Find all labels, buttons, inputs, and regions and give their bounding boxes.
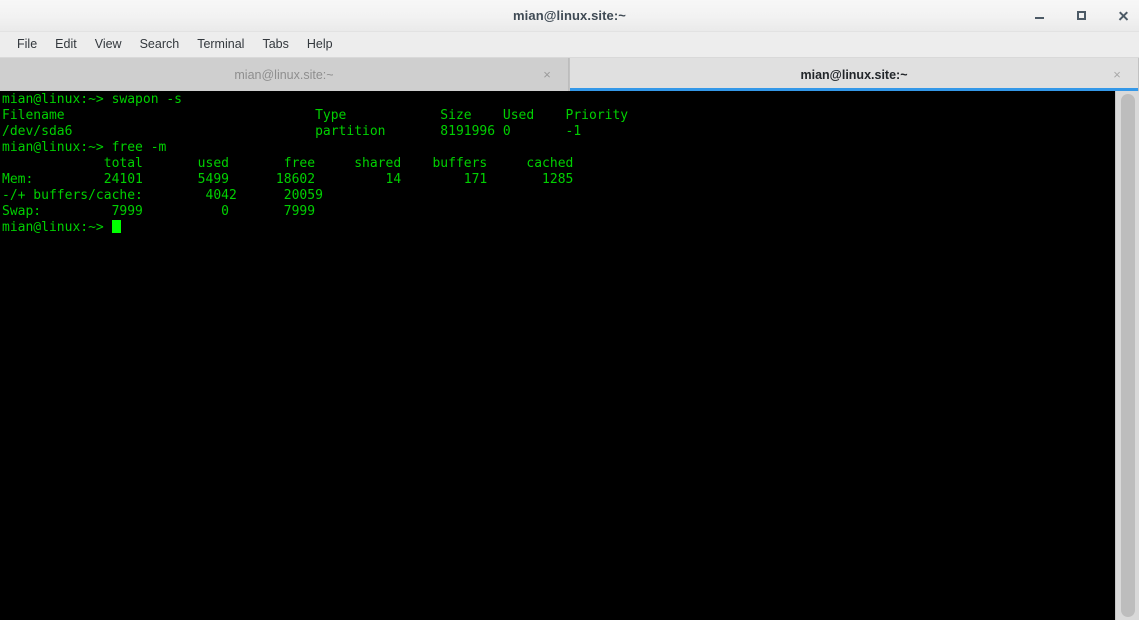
terminal-screen[interactable]: mian@linux:~> swapon -s Filename Type Si… bbox=[0, 91, 1115, 620]
menu-item-help[interactable]: Help bbox=[298, 32, 342, 57]
menu-item-file[interactable]: File bbox=[8, 32, 46, 57]
menu-item-view[interactable]: View bbox=[86, 32, 131, 57]
terminal-window: mian@linux.site:~ File Edit View Search … bbox=[0, 0, 1139, 620]
terminal-cursor bbox=[111, 220, 121, 233]
menu-item-tabs[interactable]: Tabs bbox=[253, 32, 297, 57]
tab-label: mian@linux.site:~ bbox=[234, 67, 334, 82]
minimize-icon bbox=[1034, 17, 1044, 19]
tab-close-icon[interactable]: × bbox=[540, 67, 554, 82]
window-title: mian@linux.site:~ bbox=[513, 8, 626, 23]
close-icon bbox=[1118, 10, 1129, 21]
tab-close-icon[interactable]: × bbox=[1110, 67, 1124, 82]
menu-item-search[interactable]: Search bbox=[131, 32, 189, 57]
tab-label: mian@linux.site:~ bbox=[800, 67, 908, 82]
maximize-button[interactable] bbox=[1073, 8, 1089, 24]
terminal-scrollbar[interactable] bbox=[1115, 91, 1139, 620]
terminal-line: mian@linux:~> free -m bbox=[2, 140, 167, 155]
tab-bar: mian@linux.site:~ × mian@linux.site:~ × bbox=[0, 58, 1139, 91]
terminal-area: mian@linux:~> swapon -s Filename Type Si… bbox=[0, 91, 1139, 620]
title-bar: mian@linux.site:~ bbox=[0, 0, 1139, 32]
menu-item-edit[interactable]: Edit bbox=[46, 32, 86, 57]
terminal-line: Swap: 7999 0 7999 bbox=[2, 204, 316, 219]
terminal-line: /dev/sda6 partition 8191996 0 -1 bbox=[2, 124, 582, 139]
menu-bar: File Edit View Search Terminal Tabs Help bbox=[0, 32, 1139, 58]
close-button[interactable] bbox=[1115, 8, 1131, 24]
tab-0[interactable]: mian@linux.site:~ × bbox=[0, 58, 569, 91]
minimize-button[interactable] bbox=[1031, 8, 1047, 24]
terminal-line: Filename Type Size Used Priority bbox=[2, 108, 629, 123]
window-controls bbox=[1031, 0, 1131, 31]
maximize-icon bbox=[1076, 11, 1086, 20]
terminal-prompt-line: mian@linux:~> bbox=[2, 220, 1115, 236]
tab-1[interactable]: mian@linux.site:~ × bbox=[569, 58, 1139, 91]
menu-item-terminal[interactable]: Terminal bbox=[188, 32, 253, 57]
terminal-line: total used free shared buffers cached bbox=[2, 156, 574, 171]
scrollbar-thumb[interactable] bbox=[1120, 94, 1135, 617]
prompt-text: mian@linux:~> bbox=[2, 220, 112, 235]
terminal-line: Mem: 24101 5499 18602 14 171 1285 bbox=[2, 172, 574, 187]
terminal-line: mian@linux:~> swapon -s bbox=[2, 92, 183, 107]
terminal-line: -/+ buffers/cache: 4042 20059 bbox=[2, 188, 323, 203]
